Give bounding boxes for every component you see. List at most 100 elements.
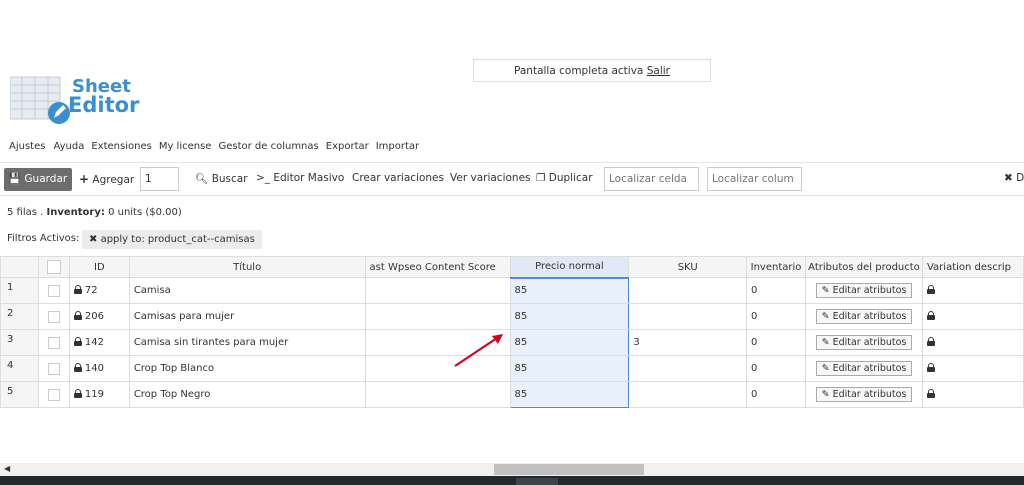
view-variations-button[interactable]: Ver variaciones [450,172,531,184]
row-checkbox-cell[interactable] [37,303,70,330]
menu-item-ajustes[interactable]: Ajustes [9,141,45,152]
row-checkbox[interactable] [47,388,60,401]
cell-sku[interactable] [628,277,748,304]
cell-title[interactable]: Camisa sin tirantes para mujer [128,329,366,356]
cell-title[interactable]: Camisa [128,277,366,304]
row-number[interactable]: 3 [0,329,39,356]
row-checkbox[interactable] [47,284,60,297]
search-button[interactable]: 🔍︎ Buscar [195,172,248,185]
menu-item-my-license[interactable]: My license [159,141,212,152]
locate-column-input[interactable] [707,167,802,191]
column-header-id[interactable]: ID [68,256,130,278]
row-number[interactable]: 2 [0,303,39,330]
cell-sku[interactable] [628,355,748,382]
menu-item-extensiones[interactable]: Extensiones [91,141,151,152]
cell-id-value: 72 [84,285,98,296]
remove-filter-icon[interactable]: ✖ [89,234,97,245]
cell-variation-description[interactable] [921,303,1024,330]
add-button[interactable]: + Agregar [79,172,134,186]
cell-title[interactable]: Crop Top Negro [128,381,366,408]
menu-item-ayuda[interactable]: Ayuda [53,141,84,152]
cell-variation-description[interactable] [921,381,1024,408]
column-header-regular-price[interactable]: Precio normal [509,256,630,278]
cell-inventory[interactable]: 0 [746,381,806,408]
logo-text-editor: Editor [68,93,140,117]
select-all-checkbox-cell[interactable] [37,256,70,278]
cell-seo-score[interactable] [364,277,511,304]
edit-attributes-button[interactable]: ✎ Editar atributos [815,309,913,324]
spreadsheet-logo-icon [9,76,70,124]
row-checkbox[interactable] [47,362,60,375]
cell-id-value: 206 [84,311,104,322]
column-header-inventory[interactable]: Inventario [746,256,806,278]
filter-chip[interactable]: ✖ apply to: product_cat--camisas [82,230,262,249]
edit-icon: ✎ [821,337,830,348]
lock-icon [926,363,935,372]
lock-icon [73,285,82,294]
cell-inventory[interactable]: 0 [746,355,806,382]
cell-seo-score[interactable] [364,355,511,382]
cell-id: 206 [68,303,130,330]
cell-title[interactable]: Crop Top Blanco [128,355,366,382]
table-row: 2 206 Camisas para mujer 85 0 ✎ Editar atribu… [0,303,1024,330]
horizontal-scrollbar[interactable]: ◀ [0,463,1024,476]
scrollbar-thumb[interactable] [494,464,644,475]
row-checkbox-cell[interactable] [37,355,70,382]
select-all-checkbox[interactable] [46,260,61,274]
add-count-input[interactable] [140,167,179,191]
scroll-left-arrow-icon[interactable]: ◀ [4,464,10,473]
edit-attributes-button[interactable]: ✎ Editar atributos [815,361,913,376]
cell-regular-price[interactable]: 85 [509,329,630,356]
search-icon: 🔍︎ [195,173,209,185]
cell-variation-description[interactable] [921,329,1024,356]
locate-cell-input[interactable] [604,167,699,191]
cell-regular-price[interactable]: 85 [509,276,630,304]
menu-item-gestor-columnas[interactable]: Gestor de columnas [218,141,318,152]
save-button[interactable]: 💾 Guardar [4,168,72,191]
row-checkbox[interactable] [47,310,60,323]
cell-seo-score[interactable] [364,303,511,330]
exit-fullscreen-link[interactable]: Salir [647,65,670,77]
row-checkbox-cell[interactable] [37,381,70,408]
menu-item-importar[interactable]: Importar [376,141,419,152]
row-number[interactable]: 1 [0,277,39,304]
row-number[interactable]: 4 [0,355,39,382]
cell-regular-price[interactable]: 85 [509,381,630,408]
row-checkbox-cell[interactable] [37,329,70,356]
cell-variation-description[interactable] [921,355,1024,382]
bulk-edit-button[interactable]: >_ Editor Masivo [256,172,344,184]
duplicate-button[interactable]: ❐ Duplicar [536,172,593,184]
fullscreen-notice: Pantalla completa activa Salir [473,59,711,82]
cell-sku[interactable] [628,381,748,408]
row-number[interactable]: 5 [0,381,39,408]
edit-attributes-button[interactable]: ✎ Editar atributos [815,335,913,350]
column-header-variation-description[interactable]: Variation descrip [921,256,1024,278]
edit-attributes-button[interactable]: ✎ Editar atributos [815,387,913,402]
row-checkbox[interactable] [47,336,60,349]
bottom-bar [0,476,1024,485]
cell-title[interactable]: Camisas para mujer [128,303,366,330]
cell-inventory[interactable]: 0 [746,329,806,356]
create-variations-button[interactable]: Crear variaciones [352,172,444,184]
edit-attributes-button[interactable]: ✎ Editar atributos [815,283,913,298]
column-header-title[interactable]: Título [128,256,366,278]
cell-seo-score[interactable] [364,329,511,356]
row-checkbox-cell[interactable] [37,277,70,304]
lock-icon [73,389,82,398]
cell-seo-score[interactable] [364,381,511,408]
cell-sku[interactable]: 3 [628,329,748,356]
cell-regular-price[interactable]: 85 [509,303,630,330]
column-header-attributes[interactable]: Atributos del producto [805,256,923,278]
cell-regular-price[interactable]: 85 [509,355,630,382]
lock-icon [926,285,935,294]
table-row: 4 140 Crop Top Blanco 85 0 ✎ Editar atributos [0,355,1024,382]
column-header-seo-score[interactable]: ast Wpseo Content Score [364,256,511,278]
cell-variation-description[interactable] [921,277,1024,304]
cell-inventory[interactable]: 0 [746,277,806,304]
column-header-sku[interactable]: SKU [628,256,748,278]
right-action-button[interactable]: ✖ D [1004,172,1024,184]
cell-inventory[interactable]: 0 [746,303,806,330]
edit-icon: ✎ [821,285,830,296]
menu-item-exportar[interactable]: Exportar [326,141,369,152]
cell-sku[interactable] [628,303,748,330]
